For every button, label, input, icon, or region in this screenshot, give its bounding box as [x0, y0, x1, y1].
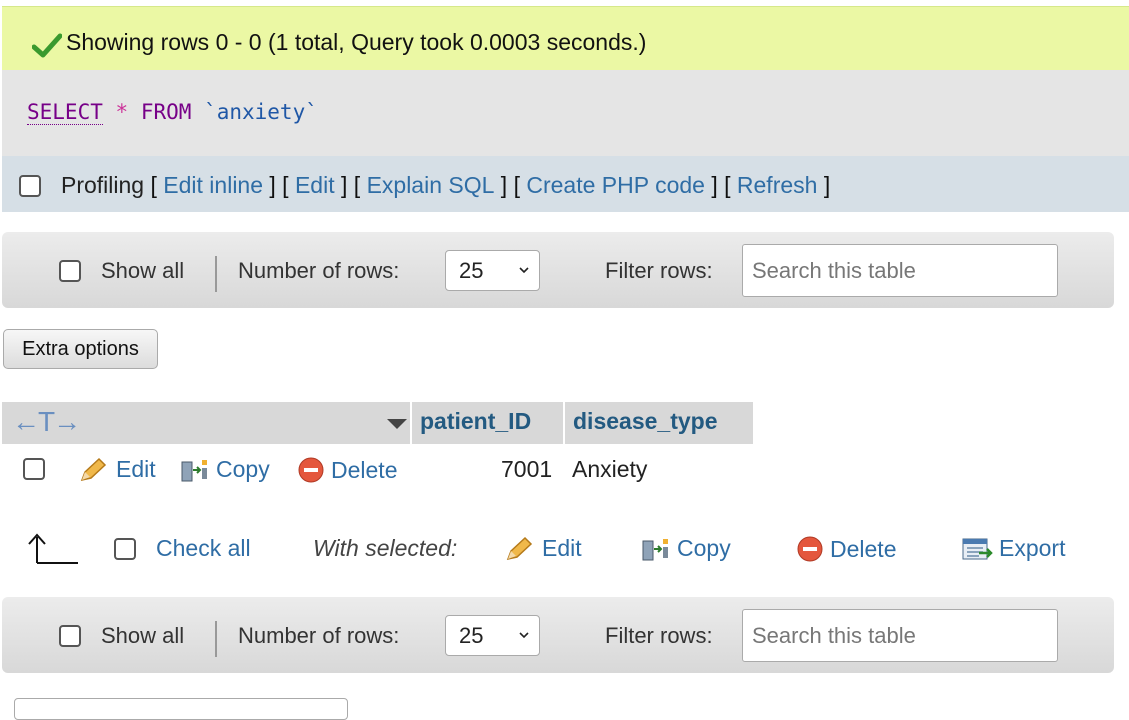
profiling-bar: Profiling [ Edit inline ] [ Edit ] [ Exp…	[2, 156, 1129, 212]
rows-per-page-value: 25	[459, 623, 484, 648]
rows-per-page-value: 25	[459, 258, 484, 283]
column-resize-arrows-icon[interactable]: ←T→	[12, 406, 81, 438]
row-edit-button[interactable]: Edit	[78, 456, 156, 483]
show-all-toggle[interactable]: Show all	[59, 623, 184, 649]
pencil-icon	[80, 457, 107, 481]
sql-from-keyword: FROM	[140, 100, 192, 124]
sql-query-code: SELECT * FROM `anxiety`	[27, 100, 318, 125]
bulk-delete-label: Delete	[830, 535, 897, 562]
profiling-label: Profiling	[61, 172, 145, 198]
row-delete-button[interactable]: Delete	[297, 456, 397, 484]
search-table-input[interactable]: Search this table	[742, 244, 1058, 297]
divider	[215, 256, 217, 292]
navigation-bar-top: Show all Number of rows: 25 Filter rows:…	[2, 232, 1114, 308]
divider	[215, 621, 217, 657]
table-row: Edit Copy Delete 7001 Anxiety	[2, 444, 753, 492]
create-php-code-link[interactable]: Create PHP code	[526, 172, 705, 199]
copy-icon	[642, 538, 668, 560]
navigation-bar-bottom: Show all Number of rows: 25 Filter rows:…	[2, 597, 1114, 673]
show-all-label: Show all	[101, 623, 185, 648]
edit-inline-link[interactable]: Edit inline	[163, 172, 263, 199]
bulk-export-label: Export	[999, 535, 1066, 561]
profiling-checkbox[interactable]	[19, 174, 41, 197]
delete-icon	[298, 457, 324, 483]
copy-icon	[181, 459, 207, 481]
column-separator	[410, 402, 412, 444]
checkmark-icon	[32, 33, 62, 58]
sql-star: *	[115, 100, 129, 124]
column-header-patient-id[interactable]: patient_ID	[420, 408, 531, 435]
chevron-down-icon	[519, 267, 529, 274]
export-icon	[962, 538, 993, 559]
show-all-checkbox[interactable]	[59, 260, 81, 282]
sort-dropdown-icon[interactable]	[386, 417, 408, 431]
success-message-text: Showing rows 0 - 0 (1 total, Query took …	[66, 29, 647, 55]
extra-options-button[interactable]: Extra options	[3, 329, 158, 369]
partial-panel	[14, 698, 348, 720]
number-of-rows-label: Number of rows:	[238, 258, 400, 283]
with-selected-bar: Check all With selected: Edit Copy Delet…	[0, 525, 1129, 575]
table-header: ←T→ patient_ID disease_type	[2, 402, 753, 444]
explain-sql-link[interactable]: Explain SQL	[367, 172, 495, 199]
filter-rows-label: Filter rows:	[605, 623, 713, 648]
column-separator	[563, 402, 565, 444]
column-header-disease-type[interactable]: disease_type	[573, 408, 717, 435]
filter-rows-label: Filter rows:	[605, 258, 713, 283]
cell-disease-type[interactable]: Anxiety	[572, 456, 647, 483]
sql-query-box: SELECT * FROM `anxiety`	[2, 70, 1129, 156]
sql-table-name: `anxiety`	[204, 100, 318, 124]
bulk-delete-button[interactable]: Delete	[796, 535, 896, 563]
bulk-edit-label: Edit	[542, 535, 582, 561]
show-all-checkbox[interactable]	[59, 625, 81, 647]
search-table-input[interactable]: Search this table	[742, 609, 1058, 662]
refresh-link[interactable]: Refresh	[737, 172, 818, 199]
show-all-label: Show all	[101, 258, 185, 283]
bulk-edit-button[interactable]: Edit	[504, 535, 582, 562]
edit-link[interactable]: Edit	[295, 172, 335, 199]
rows-per-page-select[interactable]: 25	[445, 250, 540, 291]
pencil-icon	[506, 536, 533, 560]
number-of-rows-label: Number of rows:	[238, 623, 400, 648]
bulk-export-button[interactable]: Export	[961, 535, 1065, 562]
check-all-link[interactable]: Check all	[156, 535, 251, 562]
row-copy-button[interactable]: Copy	[180, 456, 270, 483]
sql-select-keyword[interactable]: SELECT	[27, 100, 103, 125]
show-all-toggle[interactable]: Show all	[59, 258, 184, 284]
row-checkbox[interactable]	[23, 458, 45, 480]
row-delete-label: Delete	[331, 456, 398, 483]
row-edit-label: Edit	[116, 456, 156, 482]
with-selected-label: With selected:	[313, 535, 458, 561]
row-copy-label: Copy	[216, 456, 270, 482]
check-all-checkbox[interactable]	[114, 538, 136, 560]
cell-patient-id[interactable]: 7001	[501, 456, 552, 483]
chevron-down-icon	[519, 632, 529, 639]
arrow-up-left-icon	[28, 533, 78, 564]
rows-per-page-select[interactable]: 25	[445, 615, 540, 656]
success-message-bar: Showing rows 0 - 0 (1 total, Query took …	[2, 6, 1129, 70]
delete-icon	[797, 536, 823, 562]
bulk-copy-label: Copy	[677, 535, 731, 561]
bulk-copy-button[interactable]: Copy	[641, 535, 731, 562]
